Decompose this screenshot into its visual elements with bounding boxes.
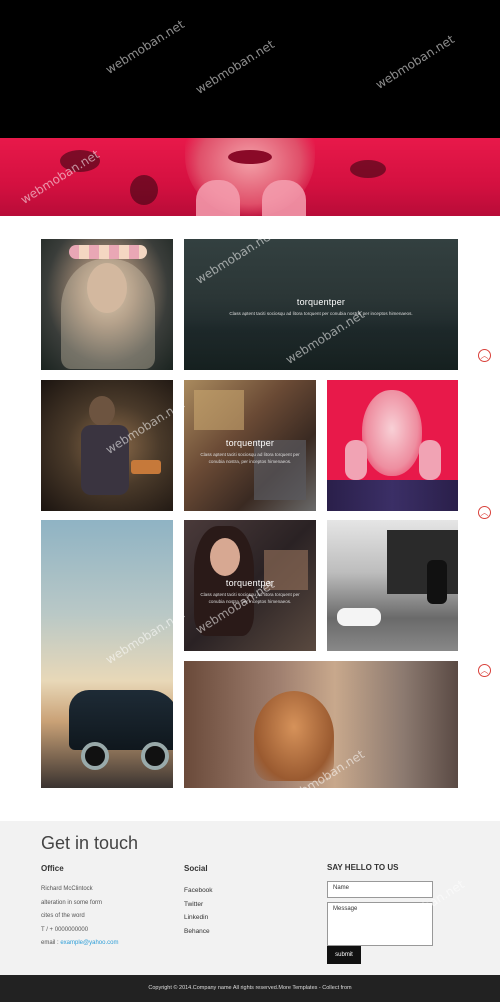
tile-caption-title: torquentper (225, 578, 275, 588)
contact-title: SAY HELLO TO US (327, 863, 399, 872)
tile-caption-text: Class aptent taciti sociosqu ad litora t… (200, 452, 300, 464)
gallery-tile-cat[interactable] (184, 661, 458, 788)
hero-banner (0, 0, 500, 216)
person-sitting (427, 560, 447, 604)
gallery-tile-red-portrait[interactable] (327, 380, 458, 511)
car-body (69, 690, 173, 750)
tile-caption: torquentper Class aptent taciti sociosqu… (184, 578, 316, 605)
dog (337, 608, 381, 626)
chevron-up-icon[interactable]: ︿ (478, 349, 491, 362)
gallery-tile-woman-portrait[interactable]: torquentper Class aptent taciti sociosqu… (184, 520, 316, 651)
mountains (184, 319, 458, 370)
social-title: Social (184, 864, 208, 873)
gallery-tile-vintage-car[interactable] (41, 520, 173, 788)
social-link-behance[interactable]: Behance (184, 925, 213, 939)
footer: Get in touch Office Richard McClintock a… (0, 821, 500, 975)
office-email-link[interactable]: example@yahoo.com (60, 940, 118, 946)
paint-splatter (60, 150, 100, 172)
social-link-facebook[interactable]: Facebook (184, 884, 213, 898)
cat (254, 691, 334, 781)
social-link-linkedin[interactable]: Linkedin (184, 911, 213, 925)
gallery-tile-artwork[interactable]: torquentper Class aptent taciti sociosqu… (184, 380, 316, 511)
tile-caption-text: Class aptent taciti sociosqu ad litora t… (200, 592, 300, 604)
face (362, 390, 422, 476)
hero-lips (228, 150, 272, 164)
copyright-bar: Copyright © 2014.Company name All rights… (0, 975, 500, 1002)
car-wheel (141, 742, 169, 770)
tile-caption-title: torquentper (296, 297, 346, 307)
office-name: Richard McClintock (41, 886, 93, 892)
face (210, 538, 240, 576)
copyright-text: Copyright © 2014.Company name All rights… (148, 985, 318, 991)
shirt (327, 480, 458, 511)
social-list: Facebook Twitter Linkedin Behance (184, 884, 213, 938)
hero-hand-left (196, 180, 240, 216)
office-phone: T / + 0000000000 (41, 926, 89, 933)
paint-splatter (130, 175, 158, 205)
hair (61, 259, 155, 369)
hand (419, 440, 441, 480)
gallery-tile-street-dog[interactable] (327, 520, 458, 651)
office-details: Richard McClintock alteration in some fo… (41, 883, 118, 951)
hand (345, 440, 367, 480)
gallery-tile-flower-crown-girl[interactable] (41, 239, 173, 370)
gallery-tile-mountain-landscape[interactable]: torquentper Class aptent taciti sociosqu… (184, 239, 458, 370)
collect-text: - Collect from (318, 985, 352, 991)
person-head (89, 396, 115, 426)
doorway (387, 530, 458, 594)
forge-glow (131, 460, 161, 474)
paint-splatter (350, 160, 386, 178)
tile-caption: torquentper Class aptent taciti sociosqu… (184, 438, 316, 465)
social-link-twitter[interactable]: Twitter (184, 898, 213, 912)
footer-heading: Get in touch (41, 833, 139, 853)
office-email-label: email : (41, 940, 61, 946)
submit-button[interactable]: submit (327, 946, 361, 964)
flower-crown (69, 245, 147, 259)
office-email-row: email : example@yahoo.com (41, 937, 118, 951)
painting-block (194, 390, 244, 430)
name-input[interactable]: Name (327, 881, 433, 898)
message-textarea[interactable]: Message (327, 902, 433, 946)
chevron-up-icon[interactable]: ︿ (478, 506, 491, 519)
tile-caption: torquentper Class aptent taciti sociosqu… (184, 297, 458, 318)
tile-caption-text: Class aptent taciti sociosqu ad litora t… (229, 311, 413, 316)
chevron-up-icon[interactable]: ︿ (478, 664, 491, 677)
office-line2: cites of the word (41, 913, 85, 919)
person-body (81, 425, 129, 495)
gallery-tile-blacksmith[interactable] (41, 380, 173, 511)
office-line1: alteration in some form (41, 899, 103, 906)
hero-hand-right (262, 180, 306, 216)
tile-caption-title: torquentper (225, 438, 275, 448)
car-wheel (81, 742, 109, 770)
office-title: Office (41, 864, 64, 873)
